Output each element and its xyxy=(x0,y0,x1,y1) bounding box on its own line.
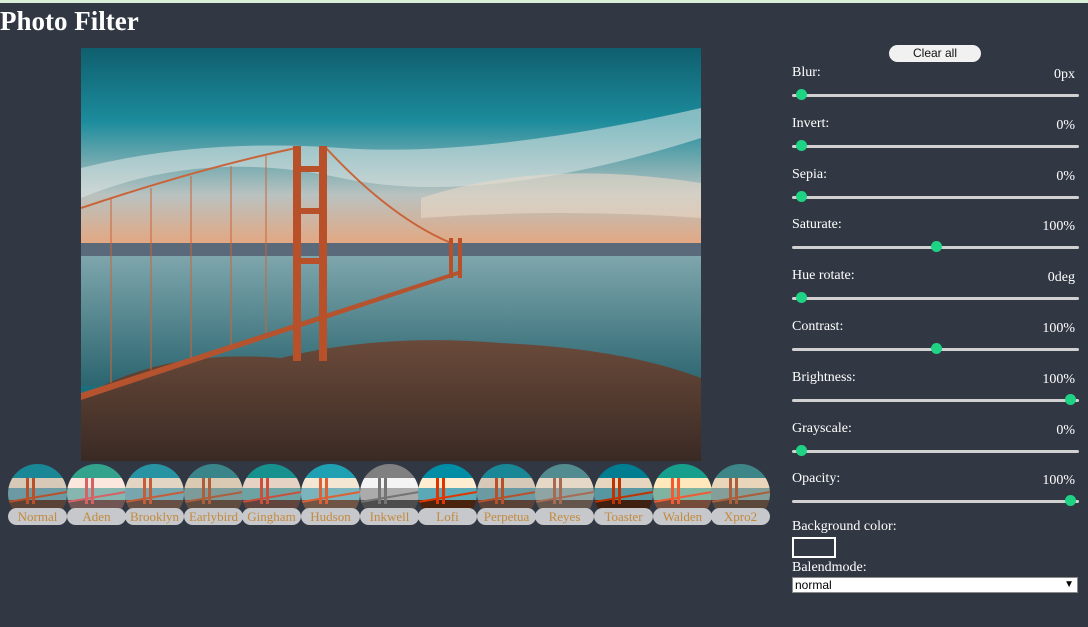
control-contrast: Contrast: 100% xyxy=(792,318,1079,366)
filter-thumb-label: Brooklyn xyxy=(125,508,184,525)
chevron-down-icon: ▼ xyxy=(1064,579,1074,590)
contrast-label: Contrast: xyxy=(792,319,844,334)
grayscale-slider-thumb[interactable] xyxy=(796,445,807,456)
hue-rotate-slider-thumb[interactable] xyxy=(796,292,807,303)
filter-thumb-label: Walden xyxy=(653,508,712,525)
blur-label: Blur: xyxy=(792,65,821,80)
sepia-value: 0% xyxy=(1056,169,1075,184)
filter-thumb-lofi[interactable]: Lofi xyxy=(418,464,477,526)
filter-thumb-label: Reyes xyxy=(535,508,594,525)
filter-thumb-toaster[interactable]: Toaster xyxy=(594,464,653,526)
filter-thumb-label: Inkwell xyxy=(360,508,419,525)
saturate-value: 100% xyxy=(1042,219,1075,234)
control-hue-rotate: Hue rotate: 0deg xyxy=(792,267,1079,315)
control-sepia: Sepia: 0% xyxy=(792,166,1079,214)
control-invert: Invert: 0% xyxy=(792,115,1079,163)
brightness-value: 100% xyxy=(1042,372,1075,387)
photo-preview xyxy=(81,48,701,461)
blur-value: 0px xyxy=(1054,67,1075,82)
background-color-picker[interactable] xyxy=(792,537,836,558)
invert-label: Invert: xyxy=(792,116,830,131)
filter-thumb-reyes[interactable]: Reyes xyxy=(535,464,594,526)
invert-value: 0% xyxy=(1056,118,1075,133)
brightness-label: Brightness: xyxy=(792,370,856,385)
control-brightness: Brightness: 100% xyxy=(792,369,1079,417)
filter-thumb-brooklyn[interactable]: Brooklyn xyxy=(125,464,184,526)
sepia-slider-thumb[interactable] xyxy=(796,191,807,202)
filter-thumb-inkwell[interactable]: Inkwell xyxy=(360,464,419,526)
hue-rotate-label: Hue rotate: xyxy=(792,268,855,283)
invert-slider[interactable] xyxy=(792,145,1079,148)
filter-thumb-aden[interactable]: Aden xyxy=(67,464,126,526)
invert-slider-thumb[interactable] xyxy=(796,140,807,151)
filter-thumb-label: Toaster xyxy=(594,508,653,525)
filter-thumb-label: Gingham xyxy=(242,508,301,525)
grayscale-label: Grayscale: xyxy=(792,421,852,436)
filter-thumb-label: Perpetua xyxy=(477,508,536,525)
blur-slider-thumb[interactable] xyxy=(796,89,807,100)
control-grayscale: Grayscale: 0% xyxy=(792,420,1079,468)
opacity-slider-thumb[interactable] xyxy=(1065,495,1076,506)
filter-thumb-xpro2[interactable]: Xpro2 xyxy=(711,464,770,526)
hue-rotate-slider[interactable] xyxy=(792,297,1079,300)
grayscale-slider[interactable] xyxy=(792,450,1079,453)
sepia-slider[interactable] xyxy=(792,196,1079,199)
clear-all-button[interactable]: Clear all xyxy=(889,45,981,62)
filter-thumb-label: Hudson xyxy=(301,508,360,525)
filter-thumb-perpetua[interactable]: Perpetua xyxy=(477,464,536,526)
contrast-value: 100% xyxy=(1042,321,1075,336)
filter-thumb-label: Earlybird xyxy=(184,508,243,525)
control-saturate: Saturate: 100% xyxy=(792,216,1079,264)
blendmode-label: Balendmode: xyxy=(792,560,867,575)
saturate-slider-thumb[interactable] xyxy=(931,241,942,252)
control-opacity: Opacity: 100% xyxy=(792,470,1079,518)
hue-rotate-value: 0deg xyxy=(1047,270,1075,285)
filter-thumb-label: Aden xyxy=(67,508,126,525)
brightness-slider-thumb[interactable] xyxy=(1065,394,1076,405)
filter-thumb-label: Lofi xyxy=(418,508,477,525)
filter-thumb-label: Xpro2 xyxy=(711,508,770,525)
blendmode-value: normal xyxy=(795,578,832,592)
control-blur: Blur: 0px xyxy=(792,64,1079,112)
opacity-slider[interactable] xyxy=(792,500,1079,503)
filter-thumb-normal[interactable]: Normal xyxy=(8,464,67,526)
background-color-label: Background color: xyxy=(792,519,897,534)
contrast-slider-thumb[interactable] xyxy=(931,343,942,354)
opacity-label: Opacity: xyxy=(792,471,841,486)
filter-thumb-hudson[interactable]: Hudson xyxy=(301,464,360,526)
brightness-slider[interactable] xyxy=(792,399,1079,402)
opacity-value: 100% xyxy=(1042,473,1075,488)
filter-thumb-walden[interactable]: Walden xyxy=(653,464,712,526)
saturate-label: Saturate: xyxy=(792,217,842,232)
blendmode-select[interactable]: normal ▼ xyxy=(792,577,1078,593)
filter-thumb-gingham[interactable]: Gingham xyxy=(242,464,301,526)
page-title: Photo Filter xyxy=(0,6,139,36)
filter-thumb-label: Normal xyxy=(8,508,67,525)
grayscale-value: 0% xyxy=(1056,423,1075,438)
sepia-label: Sepia: xyxy=(792,167,827,182)
filter-thumb-earlybird[interactable]: Earlybird xyxy=(184,464,243,526)
blur-slider[interactable] xyxy=(792,94,1079,97)
